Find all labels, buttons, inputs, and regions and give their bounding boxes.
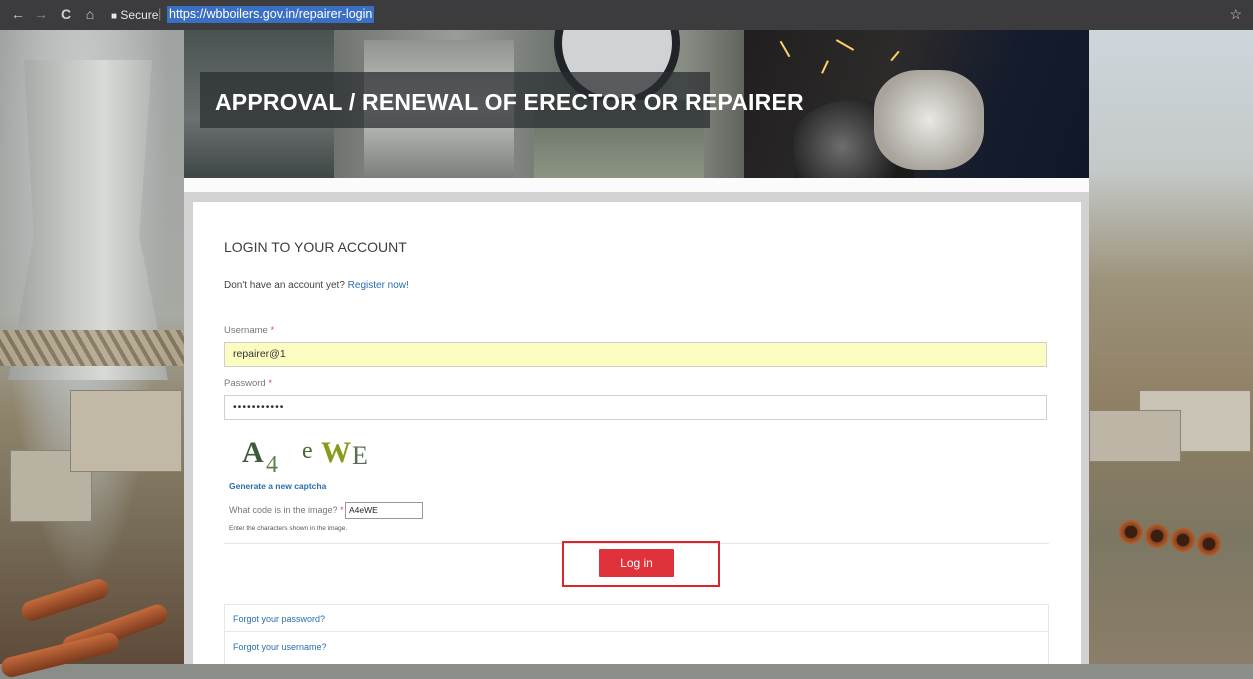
username-input[interactable]: repairer@1 bbox=[224, 342, 1047, 367]
forgot-password-row: Forgot your password? bbox=[224, 604, 1049, 632]
required-marker: * bbox=[268, 378, 273, 389]
construction-building bbox=[1089, 410, 1181, 462]
password-label-text: Password bbox=[224, 378, 266, 389]
header-banner: APPROVAL / RENEWAL OF ERECTOR OR REPAIRE… bbox=[184, 30, 1089, 178]
password-label: Password * bbox=[224, 378, 272, 389]
forgot-username-row: Forgot your username? bbox=[224, 631, 1049, 664]
captcha-input[interactable]: A4eWE bbox=[345, 502, 423, 519]
required-marker: * bbox=[340, 505, 344, 515]
back-arrow-icon[interactable]: ← bbox=[10, 5, 26, 23]
captcha-hint: Enter the characters shown in the image. bbox=[229, 525, 348, 532]
construction-building bbox=[70, 390, 182, 472]
page-banner-title: APPROVAL / RENEWAL OF ERECTOR OR REPAIRE… bbox=[215, 89, 804, 115]
pipe bbox=[1145, 524, 1169, 548]
forgot-username-link[interactable]: Forgot your username? bbox=[233, 642, 327, 652]
pipe bbox=[1171, 528, 1195, 552]
pipe bbox=[19, 576, 111, 624]
pipe bbox=[1119, 520, 1143, 544]
reload-icon[interactable]: C bbox=[58, 5, 74, 23]
banner-bottom-strip bbox=[184, 178, 1089, 192]
register-prompt: Don't have an account yet? Register now! bbox=[224, 280, 409, 291]
required-marker: * bbox=[270, 325, 275, 336]
welding-glove bbox=[874, 70, 984, 170]
pipe bbox=[1197, 532, 1221, 556]
login-heading: LOGIN TO YOUR ACCOUNT bbox=[224, 239, 407, 255]
background-left-image bbox=[0, 30, 184, 679]
captcha-char: W bbox=[321, 436, 351, 469]
home-icon[interactable]: ⌂ bbox=[82, 5, 98, 23]
captcha-char: e bbox=[302, 438, 313, 464]
captcha-char: E bbox=[352, 441, 368, 470]
forward-arrow-icon[interactable]: → bbox=[33, 5, 49, 23]
captcha-char: A bbox=[242, 436, 264, 469]
captcha-char: 4 bbox=[266, 452, 278, 478]
pipe bbox=[0, 630, 121, 679]
forgot-password-link[interactable]: Forgot your password? bbox=[233, 614, 325, 624]
login-button[interactable]: Log in bbox=[599, 549, 674, 577]
username-label: Username * bbox=[224, 325, 274, 336]
address-bar-secure[interactable]: ■ Secure bbox=[111, 8, 158, 22]
background-right-image bbox=[1089, 30, 1253, 664]
no-account-text: Don't have an account yet? bbox=[224, 280, 345, 291]
address-bar-url[interactable]: https://wbboilers.gov.in/repairer-login bbox=[167, 6, 375, 23]
captcha-question: What code is in the image? bbox=[229, 505, 338, 515]
captcha-label: What code is in the image? * bbox=[229, 505, 344, 515]
address-separator: | bbox=[158, 6, 162, 21]
username-label-text: Username bbox=[224, 325, 268, 336]
lock-icon: ■ bbox=[111, 11, 118, 22]
scaffolding bbox=[0, 330, 184, 366]
browser-toolbar: ← → C ⌂ ■ Secure | https://wbboilers.gov… bbox=[0, 0, 1253, 30]
generate-captcha-link[interactable]: Generate a new captcha bbox=[229, 481, 326, 491]
bookmark-star-icon[interactable]: ☆ bbox=[1229, 6, 1242, 23]
secure-label: Secure bbox=[120, 8, 159, 22]
register-link[interactable]: Register now! bbox=[348, 280, 409, 291]
password-input[interactable]: ••••••••••• bbox=[224, 395, 1047, 420]
captcha-image: A 4 e W E bbox=[242, 436, 368, 478]
